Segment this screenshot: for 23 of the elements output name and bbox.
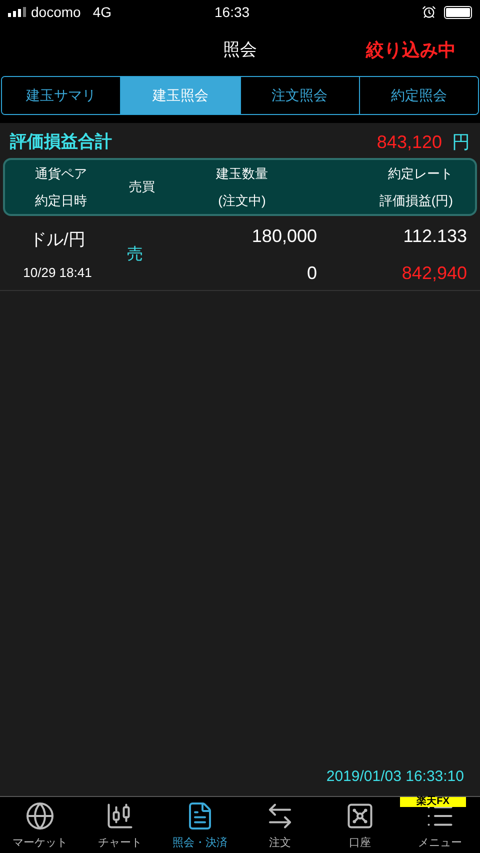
clock: 16:33 [214, 2, 250, 22]
currency-pair: ドル/円 [30, 229, 86, 251]
trade-rate: 112.133 [403, 224, 467, 248]
update-timestamp: 2019/01/03 16:33:10 [326, 766, 464, 786]
column-header: 約定レート [388, 164, 453, 182]
summary-value: 843,120 [376, 130, 442, 154]
column-header: 約定日時 [35, 192, 87, 210]
carrier: docomo [31, 2, 81, 22]
position-quantity: 180,000 [252, 224, 317, 248]
column-header: 建玉数量 [216, 164, 268, 182]
network-type: 4G [92, 2, 112, 22]
column-header: (注文中) [218, 192, 266, 210]
column-header: 通貨ペア [35, 164, 87, 182]
column-header: 評価損益(円) [379, 192, 453, 210]
summary-label: 評価損益合計 [10, 131, 112, 154]
brand-badge: 楽天FX [400, 797, 466, 807]
profit-loss: 842,940 [402, 262, 467, 284]
trade-datetime: 10/29 18:41 [23, 264, 92, 282]
pending-quantity: 0 [306, 262, 317, 284]
currency-unit: 円 [452, 130, 470, 154]
column-header: 売買 [129, 178, 155, 196]
header-title: 照会 [223, 39, 257, 62]
trade-side: 売 [126, 244, 144, 264]
